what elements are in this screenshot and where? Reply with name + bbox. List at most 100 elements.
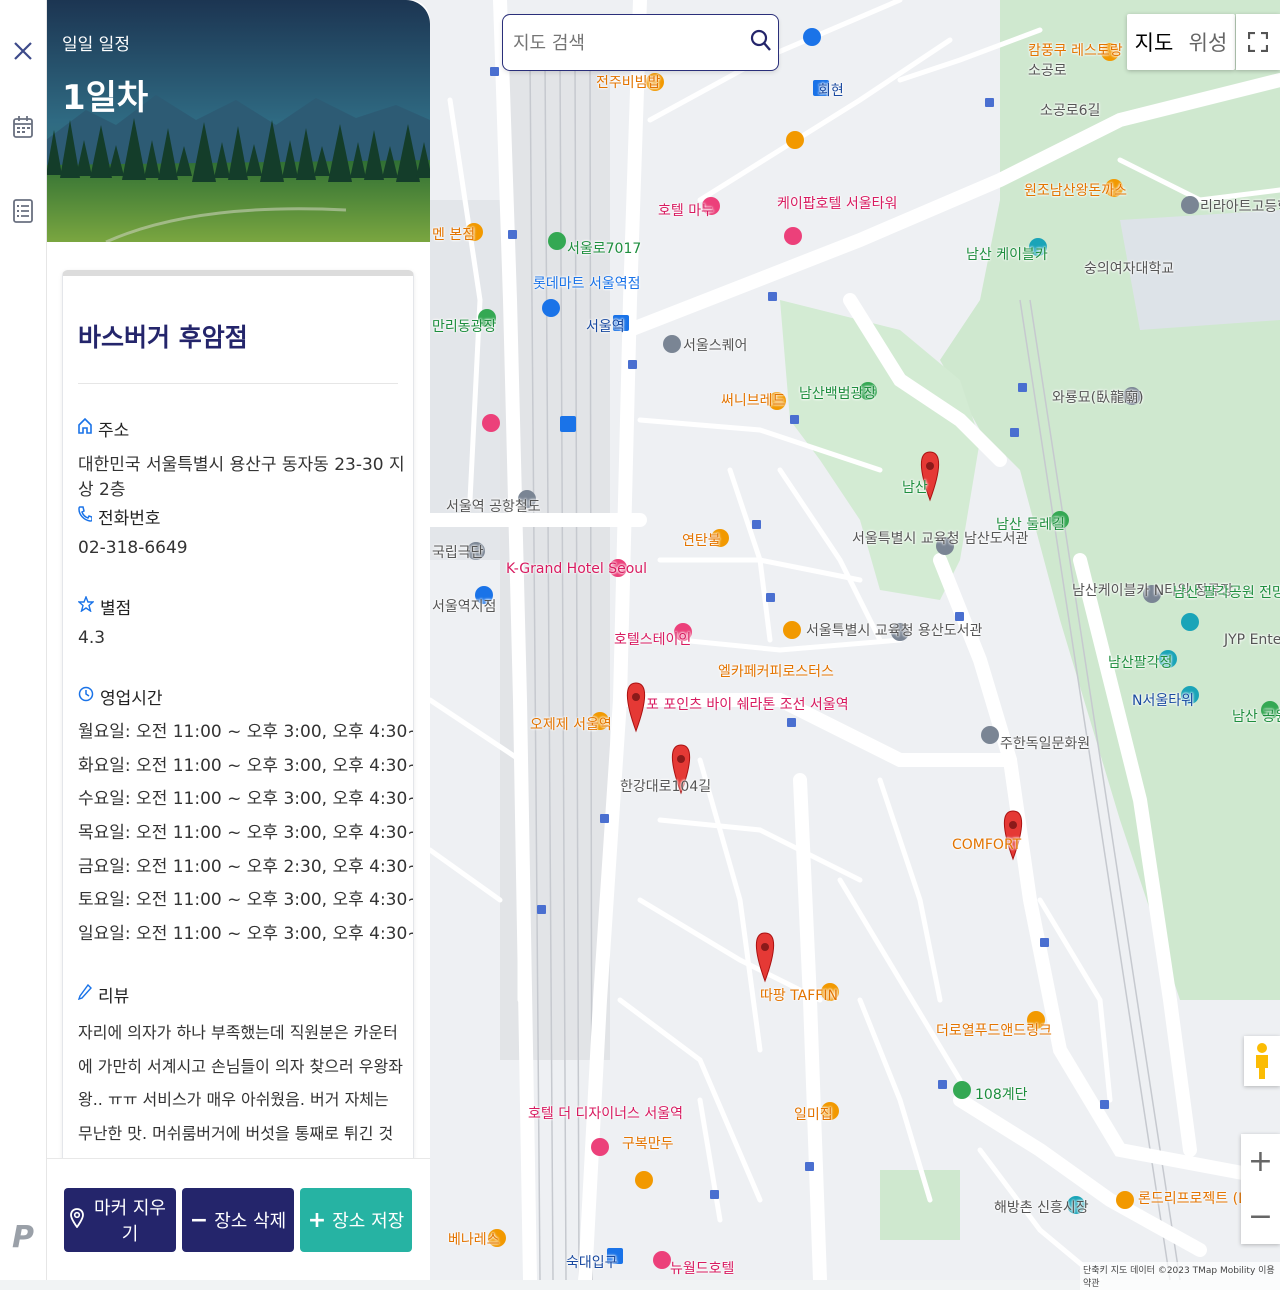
clear-markers-button[interactable]: 마커 지우기 bbox=[64, 1188, 176, 1252]
map-type-map[interactable]: 지도 bbox=[1127, 14, 1181, 70]
fullscreen-icon[interactable] bbox=[1236, 14, 1280, 70]
calendar-icon[interactable] bbox=[8, 112, 38, 142]
map-place-label[interactable]: 써니브레드 bbox=[721, 390, 785, 410]
address-value: 대한민국 서울특별시 용산구 동자동 23-30 지상 2층 bbox=[78, 455, 405, 500]
map-place-label[interactable]: 전주비빔밥 bbox=[596, 72, 660, 92]
map-place-label[interactable]: 호텔 마누 bbox=[658, 200, 714, 220]
map-attribution: 단축키 지도 데이터 ©2023 TMap Mobility 이용약관 bbox=[1080, 1262, 1280, 1290]
hours-row: 토요일: 오전 11:00 ~ 오후 3:00, 오후 4:30~9:00 bbox=[78, 890, 413, 910]
map-place-label[interactable]: 캄풍쿠 레스토랑 bbox=[1028, 40, 1123, 60]
map-place-label[interactable]: 오제제 서울역 bbox=[530, 714, 612, 734]
map-place-label[interactable]: 호텔 더 디자이너스 서울역 bbox=[528, 1103, 683, 1123]
zoom-in-button[interactable]: + bbox=[1241, 1134, 1280, 1189]
map-search bbox=[502, 14, 779, 71]
map-place-label[interactable]: 주한독일문화원 bbox=[1000, 733, 1090, 753]
close-icon[interactable] bbox=[8, 36, 38, 66]
map-place-label[interactable]: 더로열푸드앤드링크 bbox=[936, 1020, 1052, 1040]
map-place-label[interactable]: 멘 본점 bbox=[432, 224, 475, 244]
day-title: 1일차 bbox=[62, 78, 149, 118]
map-place-label[interactable]: 뉴월드호텔 bbox=[670, 1258, 734, 1278]
zoom-controls: + − bbox=[1241, 1134, 1280, 1244]
map-place-label[interactable]: N서울타워 bbox=[1132, 690, 1194, 710]
rating-heading: 별점 bbox=[77, 594, 131, 619]
map-place-label[interactable]: 서울특별시 교육청 남산도서관 bbox=[852, 528, 1028, 548]
hero-banner: 일일 일정 1일차 bbox=[46, 0, 430, 242]
map-place-label[interactable]: 구복만두 bbox=[622, 1133, 674, 1153]
map-place-label[interactable]: 숙대입구 bbox=[566, 1252, 618, 1272]
search-input[interactable] bbox=[511, 27, 745, 59]
place-card: 바스버거 후암점 주소 대한민국 서울특별시 용산구 동자동 23-30 지상 … bbox=[62, 270, 414, 1177]
map-place-label[interactable]: 연탄불 bbox=[682, 530, 721, 550]
map-place-label[interactable]: 국립극단 bbox=[432, 542, 484, 562]
map-place-label[interactable]: 108계단 bbox=[975, 1084, 1027, 1104]
map-place-label[interactable]: 롯데마트 서울역점 bbox=[533, 273, 641, 293]
phone-value: 02-318-6649 bbox=[78, 538, 188, 558]
zoom-out-button[interactable]: − bbox=[1241, 1189, 1280, 1244]
map-place-label[interactable]: 남산팔각정 bbox=[1108, 652, 1172, 672]
star-icon bbox=[77, 595, 95, 617]
hours-row: 금요일: 오전 11:00 ~ 오후 2:30, 오후 4:30~10:15 bbox=[78, 857, 413, 877]
minus-icon: − bbox=[189, 1207, 209, 1233]
phone-heading: 전화번호 bbox=[78, 504, 161, 529]
map-place-label[interactable]: 숭의여자대학교 bbox=[1084, 258, 1174, 278]
delete-place-button[interactable]: − 장소 삭제 bbox=[182, 1188, 294, 1252]
map-place-label[interactable]: 만리동광장 bbox=[432, 316, 496, 336]
list-icon[interactable] bbox=[8, 196, 38, 226]
map-place-label[interactable]: 해방촌 신흥시장 bbox=[994, 1197, 1089, 1217]
pencil-icon bbox=[77, 983, 92, 1005]
map-place-label[interactable]: 남산 공원 bbox=[1232, 706, 1280, 726]
map-place-label[interactable]: 와룡묘(臥龍廟) bbox=[1052, 387, 1144, 407]
map-place-label[interactable]: 서울역 공항철도 bbox=[446, 496, 541, 516]
map-place-label[interactable]: 포 포인츠 바이 쉐라톤 조선 서울역 bbox=[646, 694, 849, 714]
save-place-button[interactable]: + 장소 저장 bbox=[300, 1188, 412, 1252]
hours-row: 월요일: 오전 11:00 ~ 오후 3:00, 오후 4:30~10:15 bbox=[78, 722, 413, 742]
map-place-label[interactable]: K-Grand Hotel Seoul bbox=[506, 561, 647, 577]
action-bar: 마커 지우기 − 장소 삭제 + 장소 저장 bbox=[46, 1158, 430, 1280]
map-place-label[interactable]: 소공로6길 bbox=[1040, 100, 1100, 120]
review-text: 자리에 의자가 하나 부족했는데 직원분은 카운터에 가만히 서계시고 손님들이… bbox=[78, 1023, 403, 1176]
hours-heading: 영업시간 bbox=[78, 684, 163, 709]
map-place-label[interactable]: 케이팝호텔 서울타워 bbox=[777, 193, 897, 213]
map-place-label[interactable]: 따팡 TAFFIN bbox=[760, 985, 838, 1005]
map-place-label[interactable]: 리라아트고등학교 bbox=[1200, 196, 1280, 216]
map-place-label[interactable]: 한강대로104길 bbox=[620, 776, 711, 796]
map-place-label[interactable]: 서울역지점 bbox=[432, 596, 496, 616]
divider bbox=[78, 383, 398, 384]
map-place-label[interactable]: 서울특별시 교육청 용산도서관 bbox=[806, 620, 982, 640]
schedule-subtitle: 일일 일정 bbox=[62, 35, 130, 55]
map-type-toggle: 지도 위성 bbox=[1127, 14, 1235, 70]
search-icon[interactable] bbox=[750, 29, 772, 57]
map-place-label[interactable]: 남산백범광장 bbox=[799, 383, 876, 403]
map-place-label[interactable]: 엘카페커피로스터스 bbox=[718, 661, 834, 681]
app-logo: P bbox=[12, 1219, 34, 1255]
map-type-satellite[interactable]: 위성 bbox=[1181, 14, 1235, 70]
hours-row: 수요일: 오전 11:00 ~ 오후 3:00, 오후 4:30~10:15 bbox=[78, 789, 413, 809]
map-place-label[interactable]: JYP Entertainment bbox=[1224, 632, 1280, 648]
map-place-label[interactable]: 서울역 bbox=[586, 316, 625, 336]
phone-icon bbox=[78, 506, 93, 527]
map-place-label[interactable]: 호텔스테이인 bbox=[614, 629, 691, 649]
clock-icon bbox=[78, 686, 94, 707]
sidebar-rail: P bbox=[0, 0, 47, 1280]
map-place-label[interactable]: 서울스퀘어 bbox=[683, 335, 747, 355]
map-place-label[interactable]: 일미집 bbox=[794, 1104, 833, 1124]
map-place-label[interactable]: COMFORT bbox=[952, 837, 1021, 853]
map-place-label[interactable]: 회현 bbox=[818, 80, 844, 100]
schedule-panel: 일일 일정 1일차 바스버거 후암점 주소 대한민국 서울특별시 용산구 동자동… bbox=[46, 0, 430, 1280]
hours-row: 목요일: 오전 11:00 ~ 오후 3:00, 오후 4:30~10:15 bbox=[78, 823, 413, 843]
pin-icon bbox=[70, 1207, 84, 1233]
place-name: 바스버거 후암점 bbox=[78, 323, 248, 352]
map-place-label[interactable]: 서울로7017 bbox=[567, 238, 641, 258]
review-heading: 리뷰 bbox=[77, 982, 129, 1007]
plus-icon: + bbox=[307, 1207, 327, 1233]
map-place-label[interactable]: 원조남산왕돈까스 bbox=[1024, 180, 1127, 200]
home-icon bbox=[78, 417, 92, 439]
map-place-label[interactable]: 남산 bbox=[902, 477, 928, 497]
pegman-icon[interactable] bbox=[1244, 1036, 1280, 1086]
map-place-label[interactable]: 베나레스 bbox=[448, 1229, 500, 1249]
map-place-label[interactable]: 남산 팔각공원 전망대 bbox=[1173, 582, 1280, 602]
hours-row: 화요일: 오전 11:00 ~ 오후 3:00, 오후 4:30~10:15 bbox=[78, 756, 413, 776]
map-place-label[interactable]: 남산 케이블카 bbox=[966, 244, 1048, 264]
map-place-label[interactable]: 소공로 bbox=[1028, 60, 1067, 80]
address-heading: 주소 bbox=[78, 416, 129, 441]
